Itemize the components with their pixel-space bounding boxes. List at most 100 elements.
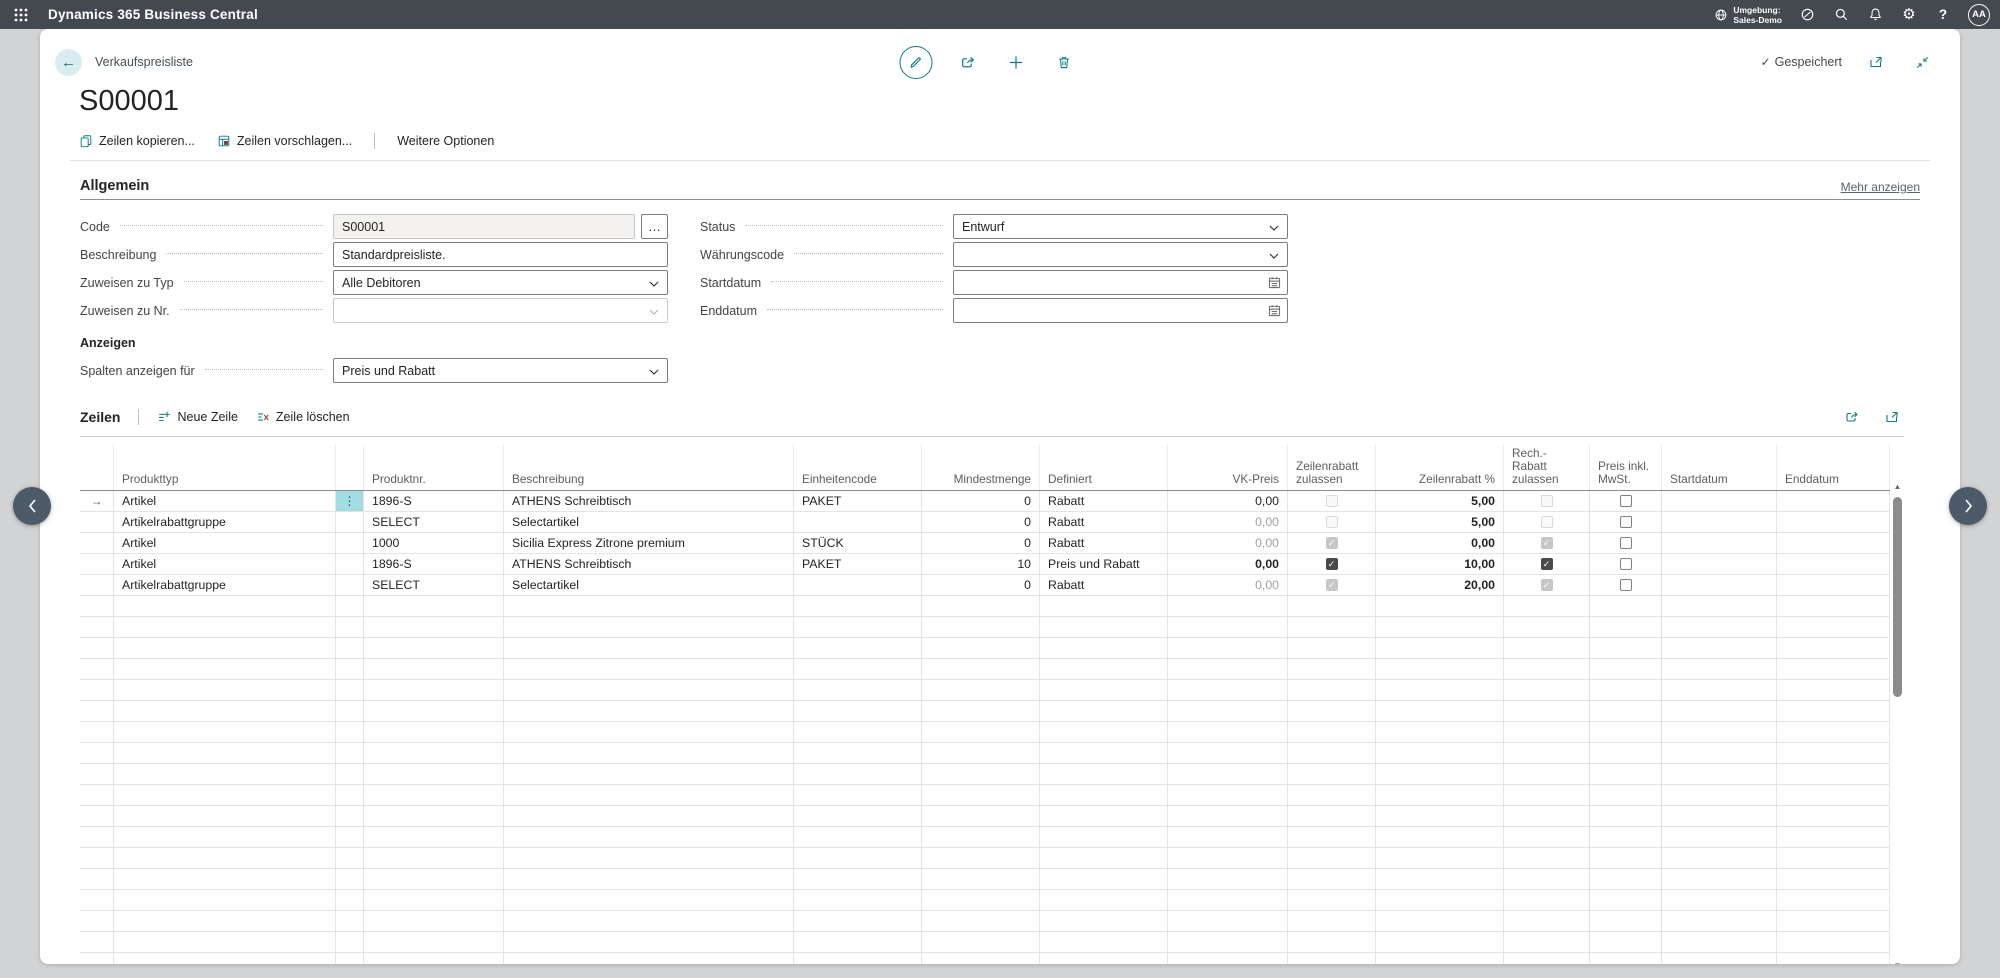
cell-zeilenrabatt_pct[interactable]: 5,00: [1376, 512, 1504, 532]
open-in-window-icon[interactable]: [1864, 50, 1888, 74]
cell-zeilenrabatt_pct[interactable]: 5,00: [1376, 491, 1504, 511]
row-selector[interactable]: [80, 512, 114, 532]
settings-gear-icon[interactable]: ⚙: [1894, 3, 1924, 27]
notifications-bell-icon[interactable]: [1860, 3, 1890, 27]
cell-mindestmenge[interactable]: 10: [922, 554, 1040, 574]
cell-menu[interactable]: [336, 512, 364, 532]
col-header-rech_rabatt_zulassen[interactable]: Rech.-Rabatt zulassen: [1504, 445, 1590, 490]
cell-beschreibung[interactable]: ATHENS Schreibtisch: [504, 491, 794, 511]
copilot-icon[interactable]: [1792, 3, 1822, 27]
cell-vk_preis[interactable]: 0,00: [1168, 575, 1288, 595]
cell-mindestmenge[interactable]: 0: [922, 533, 1040, 553]
delete-line-button[interactable]: Zeile löschen: [256, 410, 350, 424]
cell-zeilenrabatt_zulassen[interactable]: ✓: [1288, 533, 1376, 553]
new-record-plus-button[interactable]: [1004, 50, 1028, 74]
cell-beschreibung[interactable]: Selectartikel: [504, 575, 794, 595]
cell-rech_rabatt_zulassen[interactable]: ✓: [1504, 575, 1590, 595]
scroll-up-arrow[interactable]: ▲: [1891, 481, 1904, 493]
open-lines-in-window-icon[interactable]: [1880, 405, 1904, 429]
cell-mindestmenge[interactable]: 0: [922, 575, 1040, 595]
app-launcher-icon[interactable]: [8, 4, 34, 26]
user-avatar[interactable]: AA: [1968, 4, 1990, 26]
cell-produktnr[interactable]: 1896-S: [364, 491, 504, 511]
cell-preis_inkl_mwst[interactable]: [1590, 512, 1662, 532]
cell-rech_rabatt_zulassen[interactable]: ✓: [1504, 554, 1590, 574]
cell-menu[interactable]: ⋮: [336, 491, 364, 511]
new-line-button[interactable]: Neue Zeile: [157, 410, 237, 424]
checkbox[interactable]: [1620, 516, 1632, 528]
cell-context-menu-icon[interactable]: ⋮: [336, 491, 363, 511]
checkbox[interactable]: [1620, 495, 1632, 507]
cell-einheitencode[interactable]: [794, 575, 922, 595]
edit-pencil-button[interactable]: [899, 46, 932, 79]
cell-produkttyp[interactable]: Artikel: [114, 554, 336, 574]
lines-section-title[interactable]: Zeilen: [80, 409, 120, 425]
scrollbar-thumb[interactable]: [1893, 497, 1902, 697]
cell-preis_inkl_mwst[interactable]: [1590, 533, 1662, 553]
col-header-enddatum[interactable]: Enddatum: [1777, 445, 1890, 490]
show-more-link[interactable]: Mehr anzeigen: [1841, 180, 1920, 194]
cell-einheitencode[interactable]: [794, 512, 922, 532]
cell-definiert[interactable]: Rabatt: [1040, 512, 1168, 532]
cell-preis_inkl_mwst[interactable]: [1590, 491, 1662, 511]
cell-startdatum[interactable]: [1662, 512, 1777, 532]
checkbox[interactable]: [1620, 579, 1632, 591]
code-field[interactable]: S00001: [333, 214, 635, 239]
general-section-title[interactable]: Allgemein: [80, 178, 149, 194]
col-header-einheitencode[interactable]: Einheitencode: [794, 445, 922, 490]
cell-definiert[interactable]: Rabatt: [1040, 533, 1168, 553]
beschreibung-field[interactable]: Standardpreisliste.: [333, 242, 668, 267]
col-header-mindestmenge[interactable]: Mindestmenge: [922, 445, 1040, 490]
scroll-down-arrow[interactable]: ▼: [1891, 960, 1904, 964]
cell-zeilenrabatt_zulassen[interactable]: [1288, 512, 1376, 532]
breadcrumb[interactable]: Verkaufspreisliste: [95, 55, 193, 69]
help-icon[interactable]: ?: [1928, 3, 1958, 27]
col-header-vk_preis[interactable]: VK-Preis: [1168, 445, 1288, 490]
cell-menu[interactable]: [336, 575, 364, 595]
cell-vk_preis[interactable]: 0,00: [1168, 491, 1288, 511]
cell-zeilenrabatt_zulassen[interactable]: ✓: [1288, 575, 1376, 595]
status-select[interactable]: Entwurf: [953, 214, 1288, 239]
back-button[interactable]: ←: [55, 49, 82, 76]
col-header-beschreibung[interactable]: Beschreibung: [504, 445, 794, 490]
cell-preis_inkl_mwst[interactable]: [1590, 554, 1662, 574]
row-selector[interactable]: [80, 533, 114, 553]
cell-produktnr[interactable]: SELECT: [364, 575, 504, 595]
cell-menu[interactable]: [336, 554, 364, 574]
calendar-icon[interactable]: [1268, 304, 1281, 317]
cell-beschreibung[interactable]: Sicilia Express Zitrone premium: [504, 533, 794, 553]
cell-produkttyp[interactable]: Artikel: [114, 533, 336, 553]
cell-definiert[interactable]: Rabatt: [1040, 491, 1168, 511]
cell-zeilenrabatt_pct[interactable]: 0,00: [1376, 533, 1504, 553]
cell-vk_preis[interactable]: 0,00: [1168, 554, 1288, 574]
app-title[interactable]: Dynamics 365 Business Central: [48, 7, 258, 22]
cell-beschreibung[interactable]: Selectartikel: [504, 512, 794, 532]
waehrungscode-select[interactable]: [953, 242, 1288, 267]
environment-picker[interactable]: Umgebung: Sales-Demo: [1714, 5, 1782, 25]
next-record-button[interactable]: [1949, 487, 1987, 525]
cell-produkttyp[interactable]: Artikelrabattgruppe: [114, 575, 336, 595]
col-header-zeilenrabatt_pct[interactable]: Zeilenrabatt %: [1376, 445, 1504, 490]
calendar-icon[interactable]: [1268, 276, 1281, 289]
cell-enddatum[interactable]: [1777, 575, 1890, 595]
table-scrollbar[interactable]: ▲ ▼: [1891, 479, 1904, 964]
cell-produktnr[interactable]: SELECT: [364, 512, 504, 532]
cell-mindestmenge[interactable]: 0: [922, 491, 1040, 511]
enddatum-field[interactable]: [953, 298, 1288, 323]
cell-startdatum[interactable]: [1662, 491, 1777, 511]
cell-vk_preis[interactable]: 0,00: [1168, 512, 1288, 532]
cell-startdatum[interactable]: [1662, 575, 1777, 595]
more-options-button[interactable]: Weitere Optionen: [397, 134, 494, 148]
cell-definiert[interactable]: Preis und Rabatt: [1040, 554, 1168, 574]
share-lines-icon[interactable]: [1840, 405, 1864, 429]
col-header-produktnr[interactable]: Produktnr.: [364, 445, 504, 490]
cell-einheitencode[interactable]: PAKET: [794, 554, 922, 574]
cell-definiert[interactable]: Rabatt: [1040, 575, 1168, 595]
col-header-startdatum[interactable]: Startdatum: [1662, 445, 1777, 490]
cell-rech_rabatt_zulassen[interactable]: [1504, 512, 1590, 532]
col-header-produkttyp[interactable]: Produkttyp: [114, 445, 336, 490]
search-icon[interactable]: [1826, 3, 1856, 27]
cell-zeilenrabatt_zulassen[interactable]: [1288, 491, 1376, 511]
cell-enddatum[interactable]: [1777, 554, 1890, 574]
checkbox[interactable]: ✓: [1326, 558, 1338, 570]
